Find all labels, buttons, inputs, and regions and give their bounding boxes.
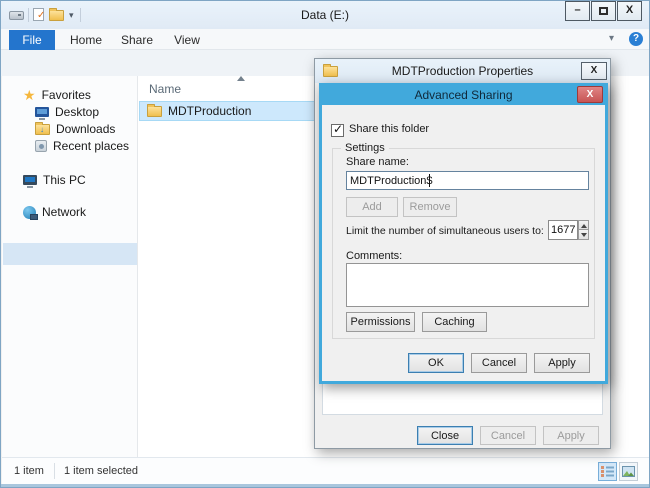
separator xyxy=(54,463,55,479)
sidebar-selection-highlight xyxy=(3,243,137,265)
share-name-input[interactable] xyxy=(346,171,589,190)
sidebar-item-recent-places[interactable]: Recent places xyxy=(35,136,129,156)
status-item-count: 1 item xyxy=(14,465,44,477)
user-limit-label: Limit the number of simultaneous users t… xyxy=(346,225,544,237)
sidebar-item-label: Recent places xyxy=(53,139,129,153)
column-header-name[interactable]: Name xyxy=(149,82,181,96)
advanced-sharing-close-button[interactable]: X xyxy=(577,86,603,103)
user-limit-input[interactable] xyxy=(548,220,578,240)
advanced-sharing-dialog: Advanced Sharing X ✓ Share this folder S… xyxy=(319,83,608,384)
folder-icon xyxy=(147,106,162,117)
explorer-window: Data (E:) ✓ ▾ – X File Home Share View ▾… xyxy=(0,0,650,488)
file-name-label: MDTProduction xyxy=(168,104,251,118)
separator xyxy=(80,8,81,22)
sidebar-item-label: Network xyxy=(42,205,86,219)
up-arrow-icon xyxy=(581,224,587,228)
ribbon-tab-bar: File Home Share View ▾ ? xyxy=(1,29,649,50)
tab-view[interactable]: View xyxy=(165,30,209,50)
download-arrow-icon: ↓ xyxy=(40,125,44,134)
sidebar-item-label: Favorites xyxy=(42,88,91,102)
user-limit-spinner xyxy=(548,220,589,240)
spinner-up-button[interactable] xyxy=(578,220,589,230)
system-menu-icon[interactable] xyxy=(9,11,24,20)
view-thumbnails-button[interactable] xyxy=(619,462,638,481)
properties-apply-button[interactable]: Apply xyxy=(543,426,599,445)
details-view-icon xyxy=(601,465,614,478)
spinner-down-button[interactable] xyxy=(578,230,589,240)
minimize-button[interactable]: – xyxy=(565,1,590,21)
advanced-sharing-title: Advanced Sharing xyxy=(322,86,605,105)
properties-cancel-button[interactable]: Cancel xyxy=(480,426,536,445)
computer-icon xyxy=(23,175,37,185)
maximize-icon xyxy=(599,7,608,15)
quick-access-dropdown-icon[interactable]: ▾ xyxy=(69,10,74,21)
quick-access-folder-icon[interactable] xyxy=(49,10,64,21)
checkmark-icon: ✓ xyxy=(333,122,343,136)
view-details-button[interactable] xyxy=(598,462,617,481)
sidebar-item-network[interactable]: Network xyxy=(23,202,86,222)
apply-button[interactable]: Apply xyxy=(534,353,590,373)
cancel-button[interactable]: Cancel xyxy=(471,353,527,373)
thumbnails-view-icon xyxy=(622,465,635,478)
help-button[interactable]: ? xyxy=(629,32,643,46)
down-arrow-icon xyxy=(581,233,587,237)
star-icon: ★ xyxy=(23,88,36,102)
sidebar-item-label: This PC xyxy=(43,173,86,187)
permissions-button[interactable]: Permissions xyxy=(346,312,415,332)
close-button[interactable]: X xyxy=(617,1,642,21)
status-selection-count: 1 item selected xyxy=(64,465,138,477)
properties-close-icon-button[interactable]: X xyxy=(581,62,607,80)
maximize-button[interactable] xyxy=(591,1,616,21)
sidebar-item-this-pc[interactable]: This PC xyxy=(23,170,86,190)
sidebar-item-label: Downloads xyxy=(56,122,115,136)
window-bottom-edge xyxy=(1,484,650,488)
properties-dialog-title: MDTProduction Properties xyxy=(315,59,610,83)
status-bar: 1 item 1 item selected xyxy=(2,457,650,484)
doc-check-icon: ✓ xyxy=(37,10,45,21)
settings-group-label: Settings xyxy=(341,142,389,154)
sidebar-item-label: Desktop xyxy=(55,105,99,119)
window-title: Data (E:) xyxy=(1,1,649,29)
comments-label: Comments: xyxy=(346,250,402,262)
downloads-folder-icon: ↓ xyxy=(35,124,50,135)
tab-file[interactable]: File xyxy=(9,30,55,50)
file-row-mdtproduction[interactable]: MDTProduction xyxy=(139,101,315,121)
remove-button[interactable]: Remove xyxy=(403,197,457,217)
comments-textarea[interactable] xyxy=(346,263,589,307)
properties-dialog-titlebar: MDTProduction Properties X xyxy=(315,59,610,83)
tab-share[interactable]: Share xyxy=(113,30,161,50)
separator xyxy=(28,8,29,22)
network-icon xyxy=(23,206,36,219)
ribbon-collapse-icon[interactable]: ▾ xyxy=(609,33,614,44)
share-name-label: Share name: xyxy=(346,156,409,168)
ok-button[interactable]: OK xyxy=(408,353,464,373)
add-button[interactable]: Add xyxy=(346,197,398,217)
caching-button[interactable]: Caching xyxy=(422,312,487,332)
share-this-folder-checkbox[interactable]: ✓ xyxy=(331,124,344,137)
recent-places-icon xyxy=(35,140,47,152)
text-caret xyxy=(429,174,430,187)
properties-close-button[interactable]: Close xyxy=(417,426,473,445)
sort-ascending-icon[interactable] xyxy=(237,76,245,81)
share-this-folder-label[interactable]: Share this folder xyxy=(349,123,429,135)
title-bar: Data (E:) ✓ ▾ – X xyxy=(1,1,649,29)
tab-home[interactable]: Home xyxy=(63,30,109,50)
desktop-icon xyxy=(35,107,49,117)
settings-group: Settings Share name: Add Remove Limit th… xyxy=(332,148,595,339)
